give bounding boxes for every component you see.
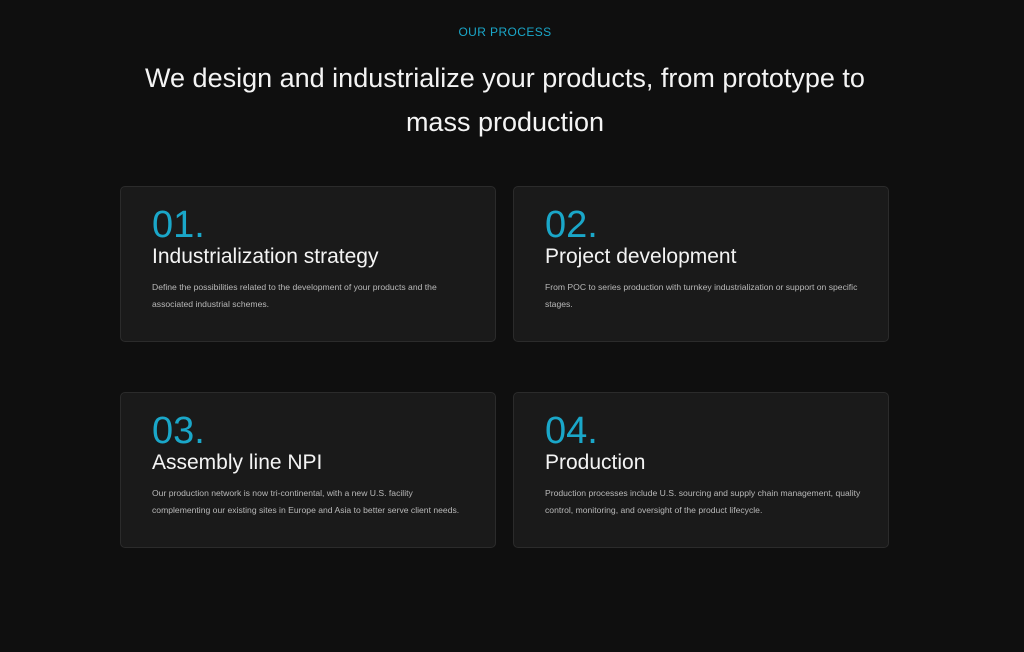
card-number: 04.: [545, 410, 598, 452]
process-card-project-development: 02. Project development From POC to seri…: [513, 186, 889, 342]
card-title: Industrialization strategy: [152, 245, 379, 268]
process-card-assembly-line-npi: 03. Assembly line NPI Our production net…: [120, 392, 496, 548]
card-title: Assembly line NPI: [152, 451, 323, 474]
card-description: From POC to series production with turnk…: [545, 282, 858, 309]
card-description: Define the possibilities related to the …: [152, 282, 437, 309]
card-title: Production: [545, 451, 646, 474]
card-description: Production processes include U.S. sourci…: [545, 488, 861, 515]
card-number: 03.: [152, 410, 205, 452]
card-number: 02.: [545, 204, 598, 246]
section-headline: We design and industrialize your product…: [145, 63, 865, 137]
process-card-production: 04. Production Production processes incl…: [513, 392, 889, 548]
card-title: Project development: [545, 245, 737, 268]
process-card-industrialization-strategy: 01. Industrialization strategy Define th…: [120, 186, 496, 342]
card-number: 01.: [152, 204, 205, 246]
eyebrow-label: OUR PROCESS: [458, 25, 552, 39]
card-description: Our production network is now tri-contin…: [152, 488, 460, 515]
